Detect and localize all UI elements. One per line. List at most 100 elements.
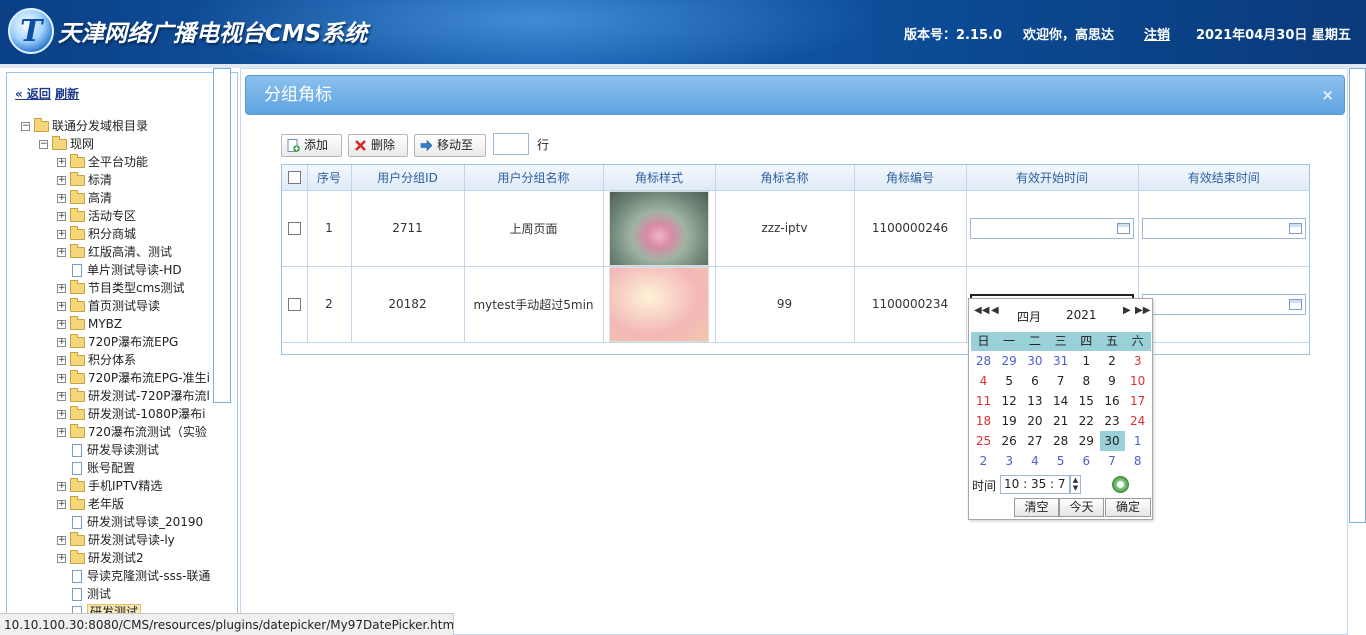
calendar-day[interactable]: 10 [1125,371,1150,391]
calendar-day[interactable]: 6 [1022,371,1047,391]
end-time-input[interactable] [1141,217,1306,239]
calendar-day[interactable]: 4 [971,371,996,391]
tree-node[interactable]: + 活动专区 [57,207,136,225]
calendar-day[interactable]: 24 [1125,411,1150,431]
calendar-day[interactable]: 7 [1100,451,1125,471]
expand-icon[interactable]: + [57,356,66,365]
tree-node[interactable]: +720P瀑布流EPG [57,333,178,351]
calendar-day[interactable]: 5 [997,371,1022,391]
move-to-button[interactable]: 移动至 [414,134,486,157]
calendar-day[interactable]: 20 [1022,411,1047,431]
expand-icon[interactable]: + [57,248,66,257]
calendar-icon[interactable] [1288,298,1302,310]
expand-icon[interactable]: + [57,302,66,311]
add-button[interactable]: 添加 [281,134,342,157]
calendar-day[interactable]: 30 [1022,351,1047,371]
time-spinner[interactable]: ▲ ▼ [1070,475,1081,494]
calendar-day[interactable]: 3 [997,451,1022,471]
expand-icon[interactable]: + [57,176,66,185]
calendar-day[interactable]: 15 [1074,391,1099,411]
row-select-cell[interactable] [282,190,308,267]
calendar-day[interactable]: 8 [1074,371,1099,391]
calendar-day[interactable]: 23 [1100,411,1125,431]
tree-node[interactable]: + 研发测试-1080P瀑布i [57,405,205,423]
clear-button[interactable]: 清空 [1014,498,1059,517]
tree-node[interactable]: 单片测试导读-HD [57,261,182,279]
row-checkbox[interactable] [287,222,301,235]
tree-node[interactable]: 测试 [57,585,111,603]
expand-icon[interactable]: + [57,320,66,329]
expand-icon[interactable]: + [57,482,66,491]
tree-node[interactable]: + 高清 [57,189,112,207]
expand-icon[interactable]: + [57,230,66,239]
expand-icon[interactable]: + [57,284,66,293]
logout-link[interactable]: 注销 [1144,24,1170,43]
close-icon[interactable]: × [1321,76,1334,114]
expand-icon[interactable]: + [57,410,66,419]
calendar-day[interactable]: 16 [1100,391,1125,411]
tree-node[interactable]: 导读克隆测试-sss-联通 [57,567,210,585]
expand-icon[interactable]: + [57,338,66,347]
calendar-day[interactable]: 29 [1074,431,1099,451]
today-button[interactable]: 今天 [1059,498,1104,517]
calendar-day[interactable]: 5 [1048,451,1073,471]
expand-icon[interactable]: + [57,536,66,545]
confirm-button[interactable]: 确定 [1105,498,1151,517]
tree-node[interactable]: + 积分商城 [57,225,136,243]
prev-month-icon[interactable]: ◀ [991,305,999,316]
expand-icon[interactable]: + [57,212,66,221]
next-year-icon[interactable]: ▶▶ [1135,305,1150,316]
calendar-day[interactable]: 18 [971,411,996,431]
main-scrollbar[interactable] [1349,68,1366,523]
calendar-day[interactable]: 21 [1048,411,1073,431]
calendar-day[interactable]: 30 [1099,431,1125,451]
calendar-day[interactable]: 28 [971,351,996,371]
delete-button[interactable]: 删除 [348,134,408,157]
calendar-day[interactable]: 2 [1100,351,1125,371]
tree-node[interactable]: − 现网 [39,135,94,153]
tree-node[interactable]: + 标清 [57,171,112,189]
next-month-icon[interactable]: ▶ [1123,305,1131,316]
calendar-day[interactable]: 26 [997,431,1022,451]
year-select[interactable]: 2021 [1066,308,1097,322]
calendar-day[interactable]: 12 [997,391,1022,411]
expand-icon[interactable]: + [57,374,66,383]
tree-node[interactable]: + 积分体系 [57,351,136,369]
row-checkbox[interactable] [287,298,301,311]
calendar-day[interactable]: 2 [971,451,996,471]
expand-icon[interactable]: + [57,392,66,401]
tree-node[interactable]: 账号配置 [57,459,135,477]
calendar-day[interactable]: 13 [1022,391,1047,411]
collapse-icon[interactable]: − [39,140,48,149]
calendar-icon[interactable] [1288,222,1302,234]
calendar-day[interactable]: 25 [971,431,996,451]
calendar-day[interactable]: 1 [1074,351,1099,371]
tree-node[interactable]: + 节目类型cms测试 [57,279,185,297]
tree-node[interactable]: + 首页测试导读 [57,297,160,315]
row-select-cell[interactable] [282,266,308,343]
sidebar-scrollbar[interactable] [213,68,231,403]
tree-node[interactable]: + 研发测试-720P瀑布流l [57,387,210,405]
prev-year-icon[interactable]: ◀◀ [974,305,989,316]
select-all-checkbox[interactable] [287,171,301,185]
clock-icon[interactable] [1112,476,1129,493]
calendar-icon[interactable] [1116,222,1130,234]
calendar-day[interactable]: 14 [1048,391,1073,411]
collapse-icon[interactable]: − [21,122,30,131]
tree-node[interactable]: + 研发测试导读-ly [57,531,175,549]
calendar-day[interactable]: 22 [1074,411,1099,431]
calendar-day[interactable]: 28 [1048,431,1073,451]
calendar-day[interactable]: 6 [1074,451,1099,471]
tree-node[interactable]: 研发测试导读_20190 [57,513,203,531]
tree-node[interactable]: − 联通分发域根目录 [21,117,148,135]
expand-icon[interactable]: + [57,554,66,563]
tree-node[interactable]: + 老年版 [57,495,124,513]
calendar-day[interactable]: 1 [1125,431,1150,451]
tree-node[interactable]: 研发导读测试 [57,441,159,459]
time-input[interactable]: 10 : 35 : 7 [1000,475,1070,494]
expand-icon[interactable]: + [57,500,66,509]
calendar-day[interactable]: 31 [1048,351,1073,371]
start-time-input[interactable] [969,217,1134,239]
expand-icon[interactable]: + [57,158,66,167]
expand-icon[interactable]: + [57,194,66,203]
